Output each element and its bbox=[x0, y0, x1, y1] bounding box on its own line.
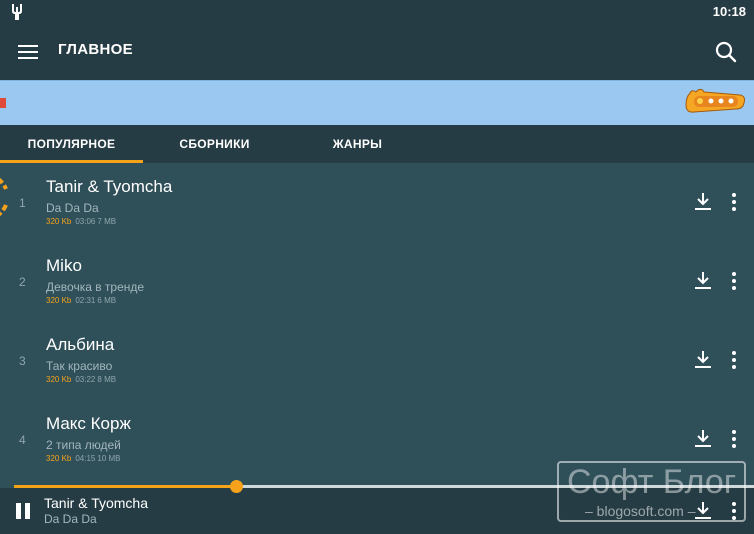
track-size: 10 MB bbox=[97, 454, 121, 463]
track-bitrate: 320 Kb bbox=[46, 296, 72, 305]
menu-icon[interactable] bbox=[14, 38, 42, 66]
track-size: 6 MB bbox=[97, 296, 117, 305]
track-subtitle: Так красиво bbox=[46, 359, 113, 373]
track-list: 1 Tanir & Tyomcha Da Da Da 320 Kb 03:06 7 … bbox=[0, 163, 754, 485]
tab-popular-label: ПОПУЛЯРНОЕ bbox=[27, 137, 116, 151]
track-bitrate: 320 Kb bbox=[46, 454, 72, 463]
tuning-fork-icon bbox=[12, 4, 22, 20]
track-duration: 03:06 bbox=[75, 217, 96, 226]
track-meta: 320 Kb 04:15 10 MB bbox=[46, 454, 121, 463]
track-row[interactable]: 4 Макс Корж 2 типа людей 320 Kb 04:15 10 M… bbox=[0, 400, 754, 479]
track-title: Макс Корж bbox=[46, 414, 131, 433]
track-duration: 03:22 bbox=[75, 375, 96, 384]
track-number: 1 bbox=[19, 196, 26, 210]
app-bar: ГЛАВНОЕ bbox=[0, 24, 754, 80]
status-bar: 10:18 bbox=[0, 0, 754, 24]
track-number: 3 bbox=[19, 354, 26, 368]
track-row[interactable]: 1 Tanir & Tyomcha Da Da Da 320 Kb 03:06 7 … bbox=[0, 163, 754, 242]
track-size: 7 MB bbox=[97, 217, 117, 226]
download-icon[interactable] bbox=[690, 189, 716, 215]
player-track-title: Tanir & Tyomcha bbox=[44, 495, 149, 511]
pause-icon[interactable] bbox=[12, 500, 34, 522]
track-title: Miko bbox=[46, 256, 82, 275]
page-title: ГЛАВНОЕ bbox=[58, 41, 133, 58]
track-title: Tanir & Tyomcha bbox=[46, 177, 173, 196]
player-track-artist: Da Da Da bbox=[44, 512, 97, 526]
more-vert-icon[interactable] bbox=[724, 347, 744, 373]
track-subtitle: Da Da Da bbox=[46, 201, 99, 215]
track-meta: 320 Kb 03:06 7 MB bbox=[46, 217, 116, 226]
tab-genres-label: ЖАНРЫ bbox=[332, 137, 383, 151]
seek-thumb[interactable] bbox=[230, 480, 243, 493]
download-icon[interactable] bbox=[690, 498, 716, 524]
seek-progress bbox=[14, 485, 236, 488]
ad-banner[interactable] bbox=[0, 80, 754, 125]
track-duration: 04:15 bbox=[75, 454, 96, 463]
more-vert-icon[interactable] bbox=[724, 189, 744, 215]
track-size: 8 MB bbox=[97, 375, 117, 384]
track-meta: 320 Kb 03:22 8 MB bbox=[46, 375, 116, 384]
track-subtitle: 2 типа людей bbox=[46, 438, 121, 452]
track-row[interactable]: 2 Miko Девочка в тренде 320 Kb 02:31 6 MB bbox=[0, 242, 754, 321]
download-icon[interactable] bbox=[690, 347, 716, 373]
track-bitrate: 320 Kb bbox=[46, 375, 72, 384]
download-icon[interactable] bbox=[690, 426, 716, 452]
download-icon[interactable] bbox=[690, 268, 716, 294]
track-number: 4 bbox=[19, 433, 26, 447]
track-meta: 320 Kb 02:31 6 MB bbox=[46, 296, 116, 305]
search-icon[interactable] bbox=[712, 38, 740, 66]
tab-collections-label: СБОРНИКИ bbox=[179, 137, 250, 151]
tab-popular[interactable]: ПОПУЛЯРНОЕ bbox=[0, 125, 143, 163]
track-bitrate: 320 Kb bbox=[46, 217, 72, 226]
track-subtitle: Девочка в тренде bbox=[46, 280, 145, 294]
seek-bar[interactable] bbox=[0, 478, 754, 496]
more-vert-icon[interactable] bbox=[724, 498, 744, 524]
ad-close-icon[interactable] bbox=[0, 98, 6, 108]
track-row[interactable]: 3 Альбина Так красиво 320 Kb 03:22 8 MB bbox=[0, 321, 754, 400]
status-time: 10:18 bbox=[712, 4, 746, 19]
more-vert-icon[interactable] bbox=[724, 426, 744, 452]
track-title: Альбина bbox=[46, 335, 115, 354]
more-vert-icon[interactable] bbox=[724, 268, 744, 294]
tab-collections[interactable]: СБОРНИКИ bbox=[143, 125, 286, 163]
track-number: 2 bbox=[19, 275, 26, 289]
tab-genres[interactable]: ЖАНРЫ bbox=[286, 125, 429, 163]
tab-bar: ПОПУЛЯРНОЕ СБОРНИКИ ЖАНРЫ bbox=[0, 125, 754, 163]
track-duration: 02:31 bbox=[75, 296, 96, 305]
homescapes-logo bbox=[685, 88, 745, 113]
